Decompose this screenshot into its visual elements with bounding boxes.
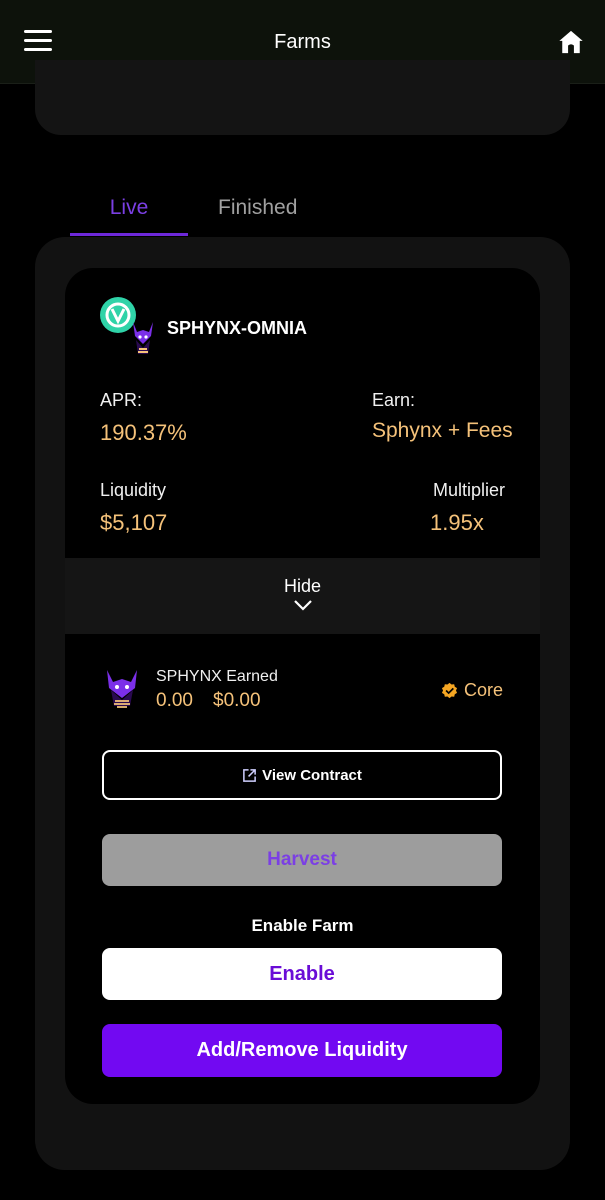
- multiplier-label: Multiplier: [432, 480, 505, 500]
- enable-button[interactable]: Enable: [102, 948, 502, 1000]
- hide-details-toggle[interactable]: Hide: [65, 558, 540, 634]
- page-title: Farms: [274, 31, 331, 53]
- token-pair-icons: [100, 297, 153, 354]
- earned-title: SPHYNX Earned: [156, 668, 278, 685]
- previous-section-card: [35, 60, 570, 135]
- omnia-token-icon: [100, 297, 136, 333]
- harvest-button[interactable]: Harvest: [102, 834, 502, 886]
- apr-value: 190.37%: [100, 420, 187, 445]
- view-contract-button[interactable]: View Contract: [102, 750, 502, 800]
- view-contract-label: View Contract: [262, 766, 362, 784]
- liquidity-value: $5,107: [100, 510, 168, 535]
- hide-label: Hide: [283, 576, 322, 596]
- multiplier-value: 1.95x: [430, 510, 484, 535]
- farm-tabs: Live Finished: [70, 190, 320, 238]
- home-icon[interactable]: [557, 28, 585, 56]
- earned-usd: $0.00: [213, 690, 261, 711]
- add-remove-liquidity-label: Add/Remove Liquidity: [196, 1039, 408, 1061]
- tab-live[interactable]: Live: [70, 190, 188, 236]
- farm-card: SPHYNX-OMNIA APR: 190.37% Earn: Sphynx +…: [65, 268, 540, 1104]
- core-badge: Core: [441, 680, 503, 701]
- verified-badge-icon: [441, 682, 458, 699]
- external-link-icon: [243, 768, 256, 782]
- liquidity-label: Liquidity: [100, 480, 167, 500]
- sphynx-token-icon: [133, 322, 153, 354]
- earn-value: Sphynx + Fees: [372, 419, 513, 442]
- enable-farm-caption: Enable Farm: [251, 916, 354, 935]
- earned-amount: 0.00: [156, 690, 193, 711]
- core-label: Core: [464, 680, 504, 700]
- enable-label: Enable: [269, 962, 335, 985]
- apr-label: APR:: [100, 390, 143, 410]
- chevron-down-icon: [294, 600, 312, 611]
- add-remove-liquidity-button[interactable]: Add/Remove Liquidity: [102, 1024, 502, 1077]
- earn-label: Earn:: [372, 390, 416, 410]
- harvest-label: Harvest: [267, 849, 337, 870]
- pair-name: SPHYNX-OMNIA: [167, 318, 308, 338]
- tab-finished[interactable]: Finished: [218, 190, 297, 236]
- sphynx-earned-icon: [107, 670, 137, 708]
